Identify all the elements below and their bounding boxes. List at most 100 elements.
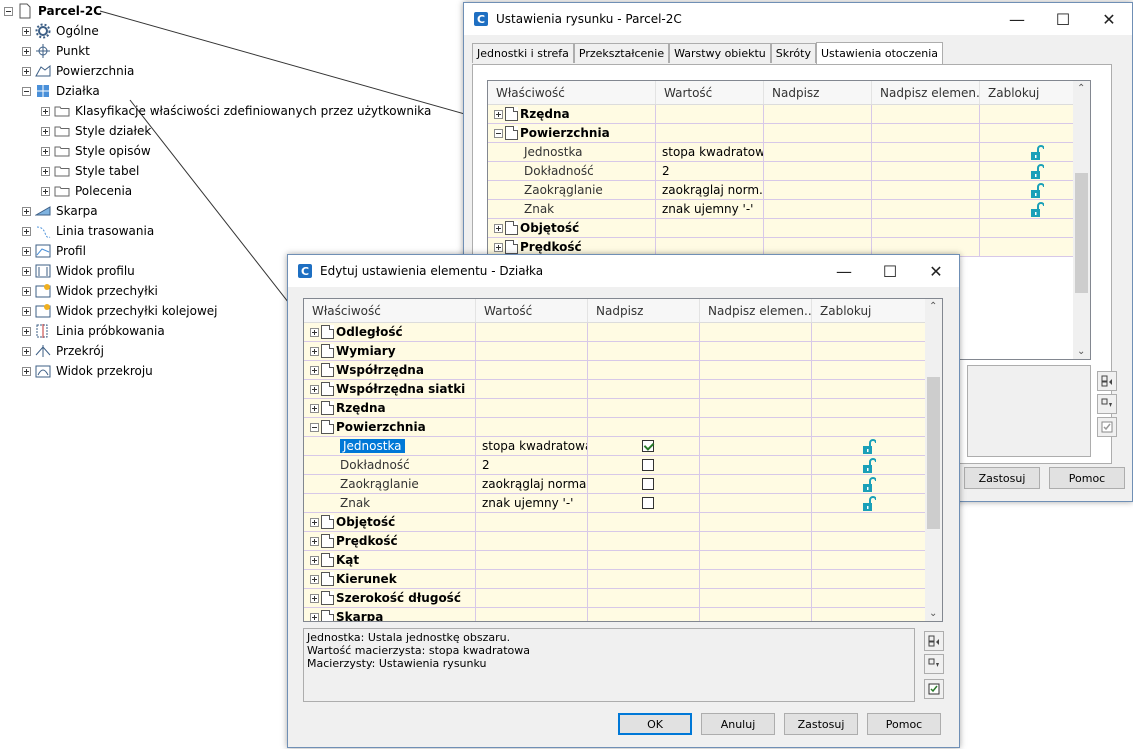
- property-cell[interactable]: Prędkość: [304, 532, 476, 550]
- property-cell[interactable]: Dokładność: [488, 162, 656, 180]
- grid-row[interactable]: Jednostka stopa kwadratowa: [304, 437, 942, 456]
- expand-icon[interactable]: [310, 574, 319, 584]
- tree-item[interactable]: Skarpa: [22, 201, 98, 221]
- tree-item[interactable]: Ogólne: [22, 21, 99, 41]
- expand-icon[interactable]: [41, 106, 50, 116]
- collapse-icon[interactable]: [494, 128, 503, 138]
- property-cell[interactable]: Wymiary: [304, 342, 476, 360]
- minimize-icon[interactable]: —: [994, 4, 1040, 34]
- value-cell[interactable]: [656, 219, 764, 237]
- value-cell[interactable]: stopa kwadratowa: [476, 437, 588, 455]
- value-cell[interactable]: zaokrąglaj norma...: [476, 475, 588, 493]
- unlocked-padlock-icon[interactable]: [862, 439, 877, 454]
- unlocked-padlock-icon[interactable]: [1030, 164, 1045, 179]
- grid-row[interactable]: Objętość: [304, 513, 942, 532]
- override-toggle-icon[interactable]: [1097, 417, 1117, 437]
- property-cell[interactable]: Powierzchnia: [304, 418, 476, 436]
- value-cell[interactable]: [476, 399, 588, 417]
- help-button[interactable]: Pomoc: [867, 713, 941, 735]
- value-cell[interactable]: [476, 380, 588, 398]
- property-cell[interactable]: Objętość: [304, 513, 476, 531]
- property-cell[interactable]: Znak: [304, 494, 476, 512]
- tree-item[interactable]: Działka: [22, 81, 100, 101]
- tab-3[interactable]: Skróty: [770, 43, 816, 63]
- grid-row[interactable]: Prędkość: [304, 532, 942, 551]
- expand-icon[interactable]: [22, 206, 31, 216]
- grid-row[interactable]: Objętość: [488, 219, 1090, 238]
- grid-row[interactable]: Odległość: [304, 323, 942, 342]
- grid-row[interactable]: Jednostka stopa kwadratowa: [488, 143, 1090, 162]
- collapse-icon[interactable]: [310, 422, 319, 432]
- grid-row[interactable]: Dokładność 2: [304, 456, 942, 475]
- apply-button[interactable]: Zastosuj: [784, 713, 858, 735]
- expand-icon[interactable]: [310, 555, 319, 565]
- expand-icon[interactable]: [22, 266, 31, 276]
- tree-item[interactable]: Widok przechyłki kolejowej: [22, 301, 218, 321]
- property-cell[interactable]: Znak: [488, 200, 656, 218]
- grid-row[interactable]: Powierzchnia: [488, 124, 1090, 143]
- expand-icon[interactable]: [22, 306, 31, 316]
- tab-2[interactable]: Warstwy obiektu: [669, 43, 771, 63]
- tree-item[interactable]: Widok profilu: [22, 261, 135, 281]
- minimize-icon[interactable]: —: [821, 256, 867, 286]
- close-icon[interactable]: ✕: [913, 256, 959, 286]
- column-header[interactable]: Nadpisz: [764, 81, 872, 104]
- expand-icon[interactable]: [310, 365, 319, 375]
- value-cell[interactable]: [476, 361, 588, 379]
- property-cell[interactable]: Kierunek: [304, 570, 476, 588]
- grid-row[interactable]: Powierzchnia: [304, 418, 942, 437]
- grid-row[interactable]: Rzędna: [488, 105, 1090, 124]
- value-cell[interactable]: stopa kwadratowa: [656, 143, 764, 161]
- ok-button[interactable]: OK: [618, 713, 692, 735]
- column-header[interactable]: Nadpisz: [588, 299, 700, 322]
- scrollbar-thumb[interactable]: [1075, 173, 1088, 293]
- value-cell[interactable]: 2: [656, 162, 764, 180]
- override-checkbox[interactable]: [642, 459, 654, 471]
- collapse-icon[interactable]: [22, 86, 31, 96]
- tree-item[interactable]: Widok przekroju: [22, 361, 153, 381]
- grid-row[interactable]: Zaokrąglanie zaokrąglaj norma...: [304, 475, 942, 494]
- expand-icon[interactable]: [41, 146, 50, 156]
- expand-icon[interactable]: [22, 246, 31, 256]
- unlocked-padlock-icon[interactable]: [862, 458, 877, 473]
- help-button[interactable]: Pomoc: [1049, 467, 1125, 489]
- property-cell[interactable]: Jednostka: [488, 143, 656, 161]
- column-header[interactable]: Nadpisz elemen...: [700, 299, 812, 322]
- grid-row[interactable]: Skarpa: [304, 608, 942, 621]
- grid-row[interactable]: Dokładność 2: [488, 162, 1090, 181]
- property-cell[interactable]: Rzędna: [488, 105, 656, 123]
- value-cell[interactable]: zaokrąglaj norm...: [656, 181, 764, 199]
- tree-item[interactable]: Linia trasowania: [22, 221, 154, 241]
- property-cell[interactable]: Kąt: [304, 551, 476, 569]
- expand-icon[interactable]: [310, 517, 319, 527]
- expand-icon[interactable]: [494, 223, 503, 233]
- expand-icon[interactable]: [22, 26, 31, 36]
- property-cell[interactable]: Objętość: [488, 219, 656, 237]
- value-cell[interactable]: [476, 342, 588, 360]
- property-cell[interactable]: Zaokrąglanie: [488, 181, 656, 199]
- unlocked-padlock-icon[interactable]: [1030, 183, 1045, 198]
- tab-0[interactable]: Jednostki i strefa: [472, 43, 574, 63]
- grid-row[interactable]: Współrzędna siatki: [304, 380, 942, 399]
- value-cell[interactable]: [656, 124, 764, 142]
- grid-row[interactable]: Kąt: [304, 551, 942, 570]
- apply-button[interactable]: Zastosuj: [964, 467, 1040, 489]
- property-cell[interactable]: Zaokrąglanie: [304, 475, 476, 493]
- maximize-icon[interactable]: ☐: [867, 256, 913, 286]
- expand-icon[interactable]: [41, 126, 50, 136]
- expand-icon[interactable]: [22, 366, 31, 376]
- vertical-scrollbar[interactable]: ⌃ ⌄: [925, 299, 942, 621]
- unlocked-padlock-icon[interactable]: [1030, 145, 1045, 160]
- value-cell[interactable]: znak ujemny '-': [656, 200, 764, 218]
- tree-item[interactable]: Punkt: [22, 41, 90, 61]
- unlocked-padlock-icon[interactable]: [862, 496, 877, 511]
- tree-item[interactable]: Klasyfikacje właściwości zdefiniowanych …: [41, 101, 431, 121]
- tree-root[interactable]: Parcel-2C: [4, 1, 102, 21]
- expand-icon[interactable]: [494, 109, 503, 119]
- column-header[interactable]: Właściwość: [304, 299, 476, 322]
- expand-icon[interactable]: [22, 286, 31, 296]
- collapse-icon[interactable]: [4, 6, 13, 16]
- property-cell[interactable]: Odległość: [304, 323, 476, 341]
- collapse-all-icon[interactable]: [924, 654, 944, 674]
- value-cell[interactable]: [476, 532, 588, 550]
